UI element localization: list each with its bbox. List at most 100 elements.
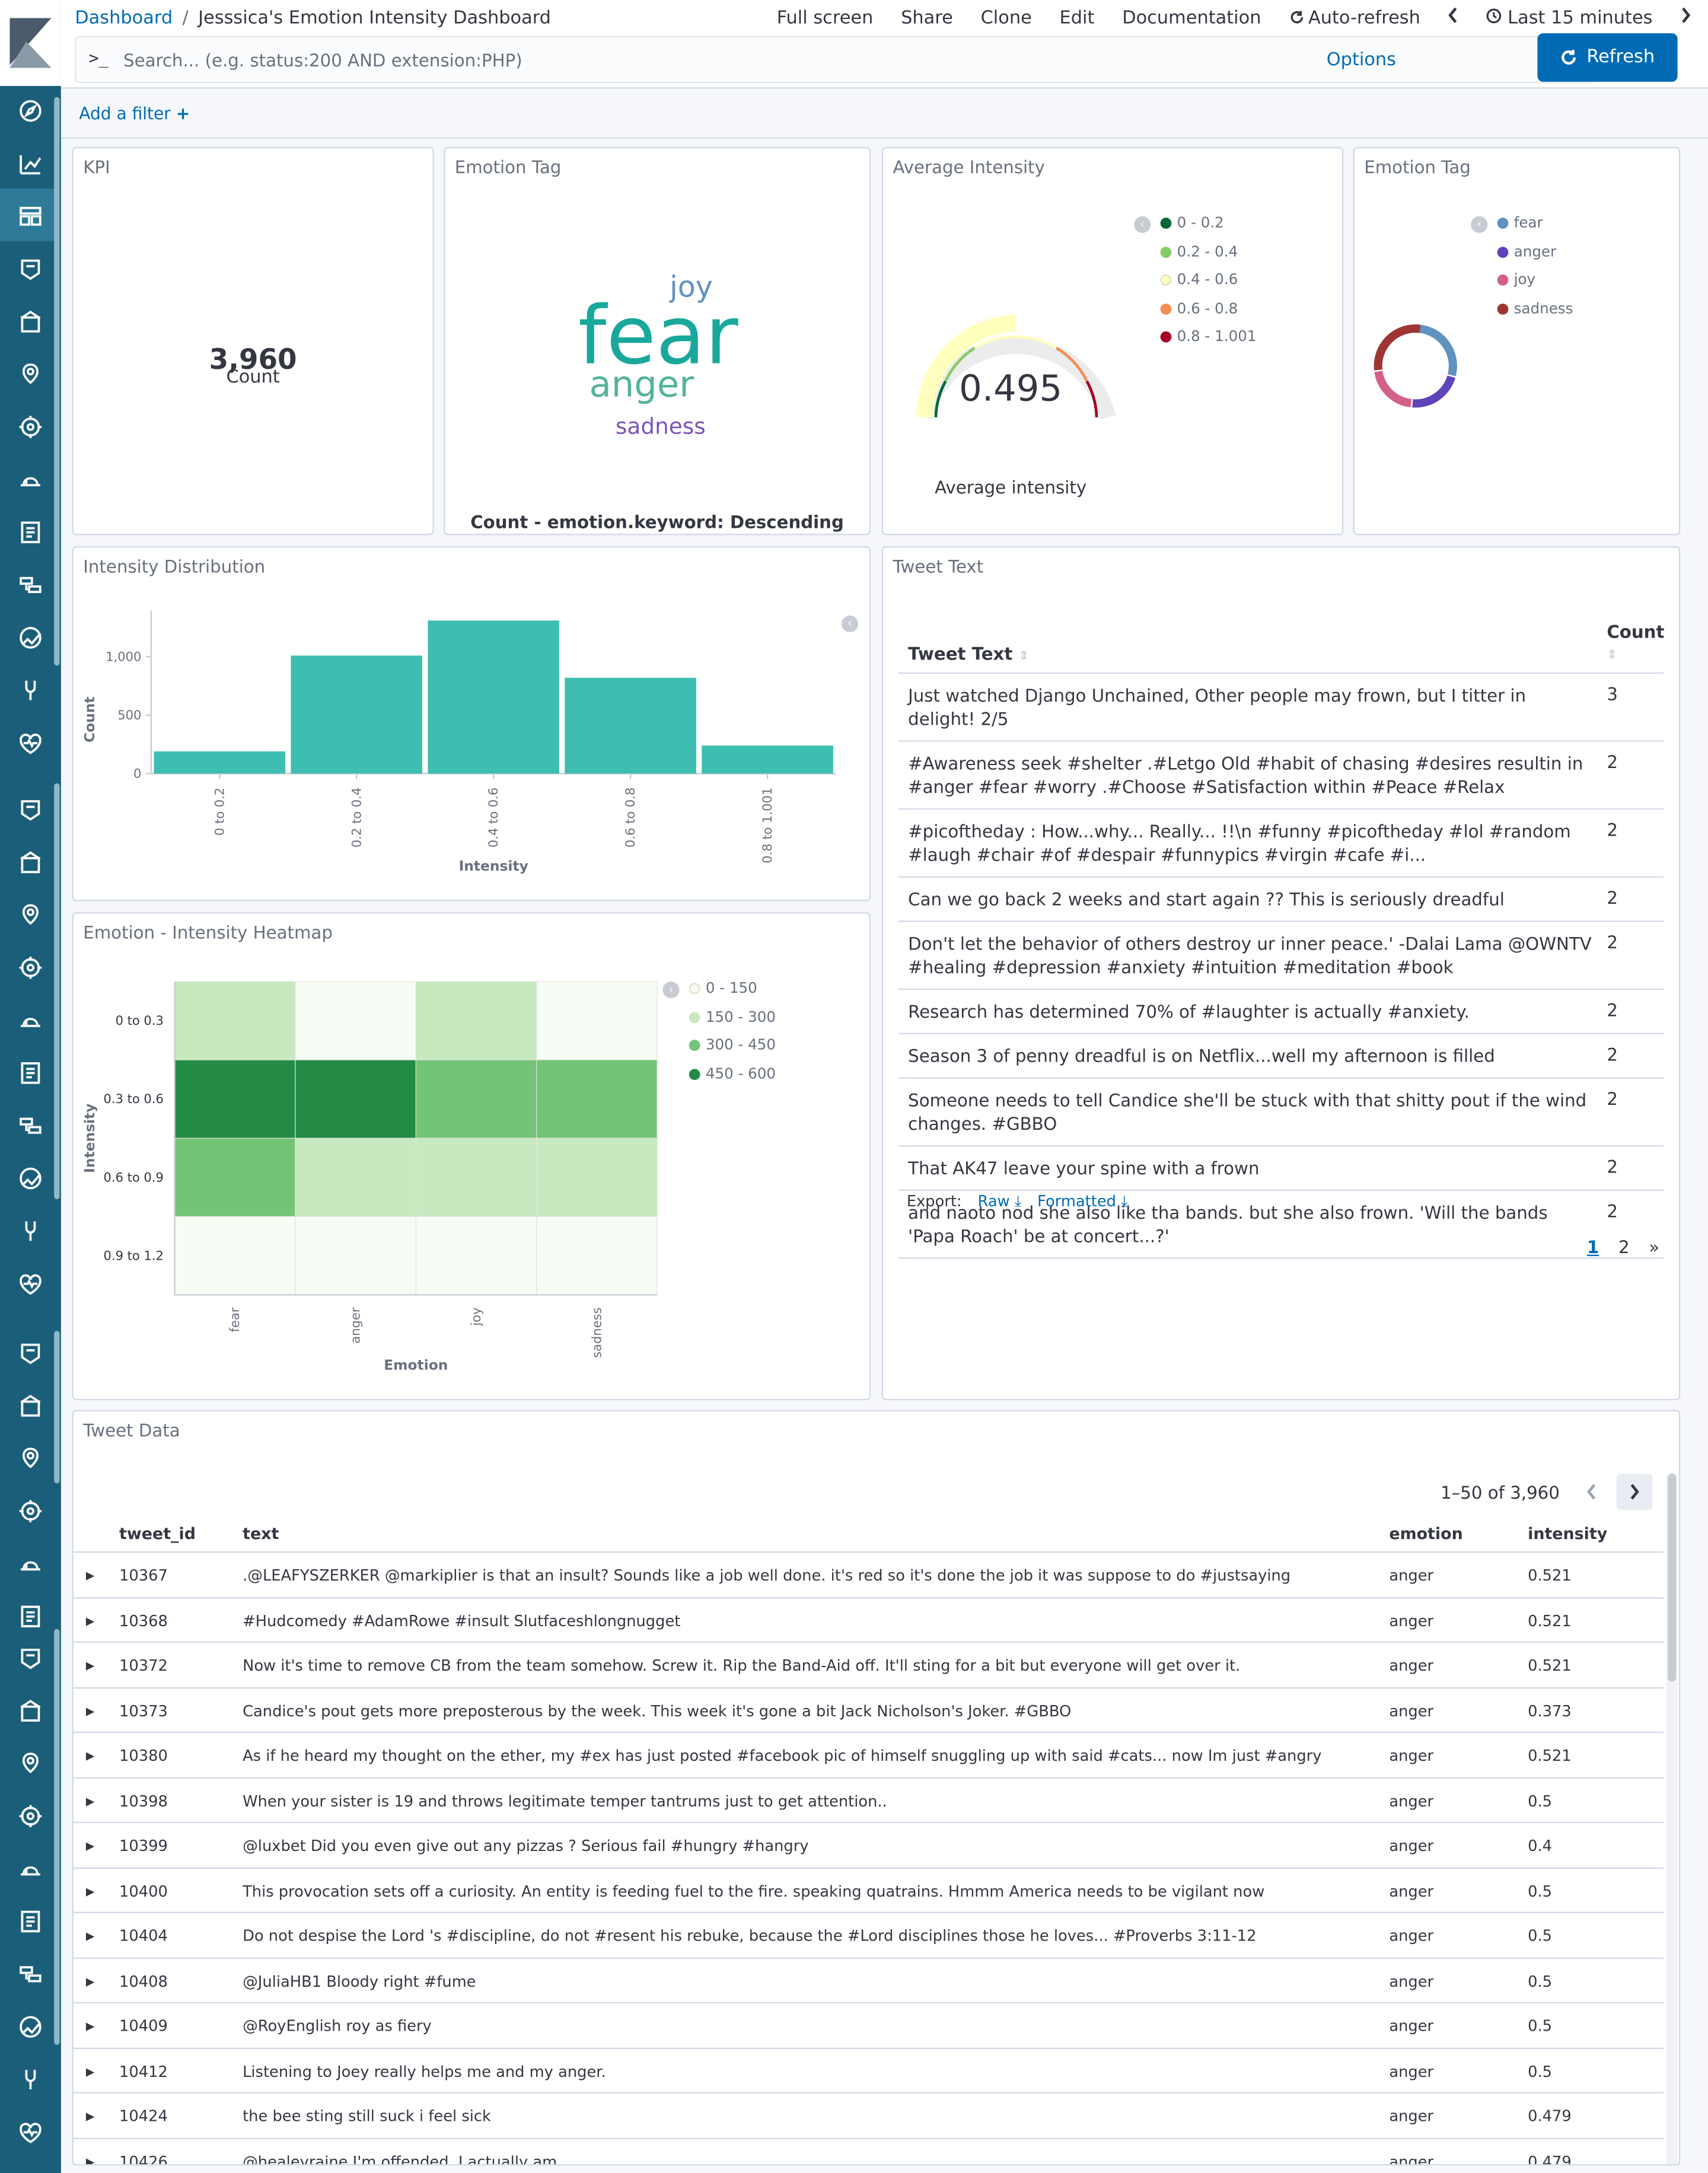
export-raw-link[interactable]: Raw ⤓ <box>978 1192 1022 1210</box>
legend-item[interactable]: 0 - 0.2 <box>1160 209 1257 238</box>
logs-icon[interactable] <box>14 1905 47 1938</box>
cloud-word-sadness[interactable]: sadness <box>616 413 706 439</box>
infrastructure-icon[interactable] <box>14 1442 47 1475</box>
expand-row-icon[interactable]: ▶ <box>86 2155 94 2164</box>
siem-icon[interactable] <box>14 2010 47 2044</box>
discover-icon[interactable] <box>14 94 47 128</box>
visualize-icon[interactable] <box>14 147 47 180</box>
table-row[interactable]: ▶ 10426 @healeyraine I'm offended, I act… <box>74 2139 1664 2164</box>
maps-icon[interactable] <box>14 305 47 338</box>
nav-scrollbar[interactable] <box>54 783 60 1200</box>
dev-tools-icon[interactable] <box>14 2063 47 2096</box>
siem-icon[interactable] <box>14 1162 47 1195</box>
expand-row-icon[interactable]: ▶ <box>86 1975 94 1987</box>
scrollbar-thumb[interactable] <box>1668 1473 1677 1682</box>
cloud-word-anger[interactable]: anger <box>589 365 694 406</box>
apm-icon[interactable] <box>14 1547 47 1581</box>
table-row[interactable]: Can we go back 2 weeks and start again ?… <box>898 878 1664 922</box>
expand-row-icon[interactable]: ▶ <box>86 2110 94 2123</box>
table-row[interactable]: ▶ 10398 When your sister is 19 and throw… <box>73 1778 1664 1824</box>
table-row[interactable]: #picoftheday : How...why... Really... !!… <box>898 810 1664 878</box>
table-row[interactable]: ▶ 10424 the bee sting still suck i feel … <box>73 2094 1664 2139</box>
column-header-tweet-text[interactable]: Tweet Text ⇕ <box>898 642 1039 670</box>
dev-tools-icon[interactable] <box>14 674 47 707</box>
apm-icon[interactable] <box>14 1003 47 1037</box>
dashboard-icon[interactable] <box>14 200 47 233</box>
infrastructure-icon[interactable] <box>14 358 47 391</box>
expand-row-icon[interactable]: ▶ <box>86 1930 94 1942</box>
table-row[interactable]: #Awareness seek #shelter .#Letgo Old #ha… <box>898 742 1664 810</box>
page-1-link[interactable]: 1 <box>1587 1237 1599 1257</box>
auto-refresh-button[interactable]: Auto-refresh <box>1308 8 1420 28</box>
nav-scrollbar[interactable] <box>54 97 60 666</box>
apm-icon[interactable] <box>14 463 47 496</box>
column-header-tweet-id[interactable]: tweet_id <box>119 1524 196 1543</box>
refresh-button[interactable]: Refresh <box>1537 33 1678 82</box>
sort-icon[interactable]: ⇕ <box>1607 649 1617 662</box>
kibana-logo[interactable] <box>0 0 61 86</box>
table-row[interactable]: ▶ 10372 Now it's time to remove CB from … <box>73 1643 1664 1688</box>
expand-row-icon[interactable]: ▶ <box>86 1750 94 1762</box>
ml-icon[interactable] <box>14 951 47 984</box>
documentation-button[interactable]: Documentation <box>1122 8 1261 28</box>
legend-item[interactable]: fear <box>1497 209 1573 238</box>
maps-icon[interactable] <box>14 846 47 879</box>
column-header-count[interactable]: Count ⇕ <box>1607 621 1664 662</box>
legend-item[interactable]: 450 - 600 <box>689 1060 776 1088</box>
uptime-icon[interactable] <box>14 1109 47 1142</box>
infrastructure-icon[interactable] <box>14 898 47 932</box>
table-row[interactable]: That AK47 leave your spine with a frown 2 <box>898 1146 1664 1191</box>
expand-row-icon[interactable]: ▶ <box>86 1795 94 1807</box>
table-row[interactable]: Someone needs to tell Candice she'll be … <box>898 1079 1664 1147</box>
expand-row-icon[interactable]: ▶ <box>86 1704 94 1717</box>
monitoring-icon[interactable] <box>14 2115 47 2149</box>
table-row[interactable]: ▶ 10399 @luxbet Did you even give out an… <box>73 1823 1664 1868</box>
expand-row-icon[interactable]: ▶ <box>86 2065 94 2078</box>
expand-row-icon[interactable]: ▶ <box>86 2020 94 2032</box>
apm-icon[interactable] <box>14 1852 47 1885</box>
time-next-icon[interactable] <box>1680 7 1691 29</box>
scrollbar[interactable] <box>1666 1472 1678 2165</box>
monitoring-icon[interactable] <box>14 1267 47 1301</box>
ml-icon[interactable] <box>14 1495 47 1528</box>
logs-icon[interactable] <box>14 1056 47 1089</box>
legend-item[interactable]: 0.6 - 0.8 <box>1160 295 1257 323</box>
table-row[interactable]: Just watched Django Unchained, Other peo… <box>898 674 1664 742</box>
uptime-icon[interactable] <box>14 1958 47 1991</box>
table-row[interactable]: ▶ 10373 Candice's pout gets more prepost… <box>73 1688 1664 1734</box>
canvas-icon[interactable] <box>14 252 47 285</box>
maps-icon[interactable] <box>14 1694 47 1728</box>
logs-icon[interactable] <box>14 1600 47 1633</box>
legend-toggle-icon[interactable]: ‹ <box>1134 216 1151 233</box>
column-header-emotion[interactable]: emotion <box>1389 1524 1462 1543</box>
time-prev-icon[interactable] <box>1448 7 1460 29</box>
time-range-button[interactable]: Last 15 minutes <box>1508 8 1652 28</box>
options-button[interactable]: Options <box>1327 50 1396 71</box>
clone-button[interactable]: Clone <box>981 8 1032 28</box>
add-filter-button[interactable]: Add a filter + <box>79 104 190 123</box>
prev-page-icon[interactable] <box>1573 1474 1610 1510</box>
search-input[interactable]: >_ Search... (e.g. status:200 AND extens… <box>75 36 1595 84</box>
legend-item[interactable]: 0.2 - 0.4 <box>1160 238 1257 266</box>
share-button[interactable]: Share <box>901 8 953 28</box>
legend-item[interactable]: 0.4 - 0.6 <box>1160 266 1257 295</box>
infrastructure-icon[interactable] <box>14 1747 47 1780</box>
ml-icon[interactable] <box>14 1799 47 1833</box>
nav-scrollbar[interactable] <box>54 1331 60 1484</box>
expand-row-icon[interactable]: ▶ <box>86 1885 94 1897</box>
logs-icon[interactable] <box>14 516 47 549</box>
table-row[interactable]: ▶ 10408 @JuliaHB1 Bloody right #fume ang… <box>73 1958 1664 2003</box>
next-page-icon[interactable] <box>1616 1473 1653 1510</box>
dev-tools-icon[interactable] <box>14 1215 47 1248</box>
maps-icon[interactable] <box>14 1389 47 1422</box>
legend-toggle-icon[interactable]: ‹ <box>1471 216 1488 233</box>
table-row[interactable]: ▶ 10367 .@LEAFYSZERKER @markiplier is th… <box>73 1553 1664 1598</box>
table-row[interactable]: Don't let the behavior of others destroy… <box>898 922 1664 990</box>
expand-row-icon[interactable]: ▶ <box>86 1614 94 1627</box>
table-row[interactable]: ▶ 10412 Listening to Joey really helps m… <box>73 2048 1664 2094</box>
breadcrumb-dashboard-link[interactable]: Dashboard <box>75 8 173 28</box>
table-row[interactable]: ▶ 10409 @RoyEnglish roy as fiery anger 0… <box>73 2003 1664 2048</box>
canvas-icon[interactable] <box>14 793 47 826</box>
legend-item[interactable]: 0 - 150 <box>689 974 776 1003</box>
legend-item[interactable]: anger <box>1497 238 1573 266</box>
